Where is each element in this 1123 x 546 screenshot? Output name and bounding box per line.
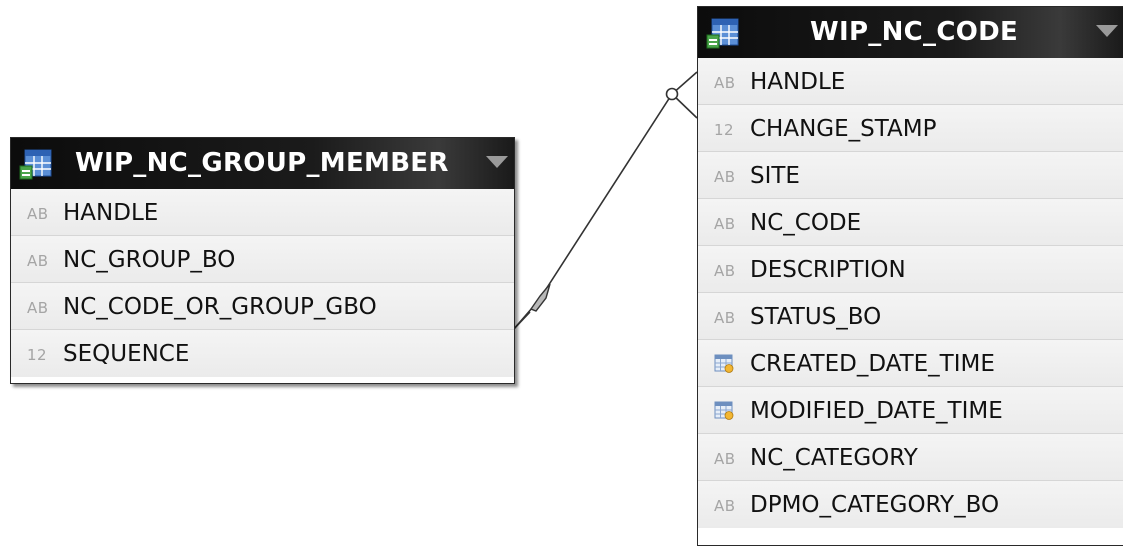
column-name: CHANGE_STAMP	[750, 116, 937, 142]
column-row[interactable]: AB SITE	[698, 152, 1123, 199]
column-row[interactable]: 12 SEQUENCE	[11, 330, 514, 377]
column-row[interactable]: AB HANDLE	[698, 58, 1123, 105]
table-icon	[19, 149, 52, 180]
dropdown-arrow-icon[interactable]	[486, 156, 508, 168]
table-header[interactable]: WIP_NC_GROUP_MEMBER	[11, 138, 514, 189]
relationship-line-branch	[512, 311, 531, 331]
column-name: NC_GROUP_BO	[63, 247, 236, 273]
table-wip-nc-group-member[interactable]: WIP_NC_GROUP_MEMBER AB HANDLE AB NC_GROU…	[10, 137, 515, 384]
column-name: CREATED_DATE_TIME	[750, 351, 995, 377]
table-header[interactable]: WIP_NC_CODE	[698, 7, 1123, 58]
string-type-icon: AB	[714, 309, 736, 327]
date-type-icon	[714, 354, 734, 373]
number-type-icon: 12	[27, 346, 48, 364]
string-type-icon: AB	[714, 262, 736, 280]
table-title: WIP_NC_CODE	[810, 17, 1019, 47]
column-row[interactable]: AB NC_CATEGORY	[698, 434, 1123, 481]
column-name: DPMO_CATEGORY_BO	[750, 492, 1000, 518]
relationship-line-branch	[671, 93, 698, 119]
dropdown-arrow-icon[interactable]	[1096, 25, 1118, 37]
string-type-icon: AB	[27, 205, 49, 223]
column-row[interactable]: 12 CHANGE_STAMP	[698, 105, 1123, 152]
string-type-icon: AB	[714, 74, 736, 92]
string-type-icon: AB	[27, 252, 49, 270]
column-row[interactable]: CREATED_DATE_TIME	[698, 340, 1123, 387]
column-name: HANDLE	[63, 200, 159, 226]
string-type-icon: AB	[714, 497, 736, 515]
string-type-icon: AB	[27, 299, 49, 317]
string-type-icon: AB	[714, 168, 736, 186]
column-row[interactable]: AB HANDLE	[11, 189, 514, 236]
relationship-line[interactable]	[512, 71, 698, 331]
column-row[interactable]: AB DPMO_CATEGORY_BO	[698, 481, 1123, 528]
column-name: NC_CODE	[750, 210, 862, 236]
string-type-icon: AB	[714, 450, 736, 468]
string-type-icon: AB	[714, 215, 736, 233]
number-type-icon: 12	[714, 121, 735, 139]
column-row[interactable]: AB DESCRIPTION	[698, 246, 1123, 293]
column-name: SITE	[750, 163, 800, 189]
diamond-endpoint-icon	[529, 283, 551, 312]
column-name: HANDLE	[750, 69, 846, 95]
column-row[interactable]: MODIFIED_DATE_TIME	[698, 387, 1123, 434]
date-type-icon	[714, 401, 734, 420]
column-name: DESCRIPTION	[750, 257, 906, 283]
column-row[interactable]: AB NC_CODE	[698, 199, 1123, 246]
column-name: STATUS_BO	[750, 304, 882, 330]
column-row[interactable]: AB STATUS_BO	[698, 293, 1123, 340]
table-wip-nc-code[interactable]: WIP_NC_CODE AB HANDLE 12 CHANGE_STAMP AB…	[697, 6, 1123, 546]
column-row[interactable]: AB NC_CODE_OR_GROUP_GBO	[11, 283, 514, 330]
table-title: WIP_NC_GROUP_MEMBER	[75, 148, 449, 178]
circle-endpoint-icon	[665, 87, 679, 101]
column-row[interactable]: AB NC_GROUP_BO	[11, 236, 514, 283]
column-name: NC_CODE_OR_GROUP_GBO	[63, 294, 377, 320]
column-name: MODIFIED_DATE_TIME	[750, 398, 1003, 424]
column-name: SEQUENCE	[63, 341, 190, 367]
table-icon	[706, 18, 739, 49]
column-name: NC_CATEGORY	[750, 445, 918, 471]
